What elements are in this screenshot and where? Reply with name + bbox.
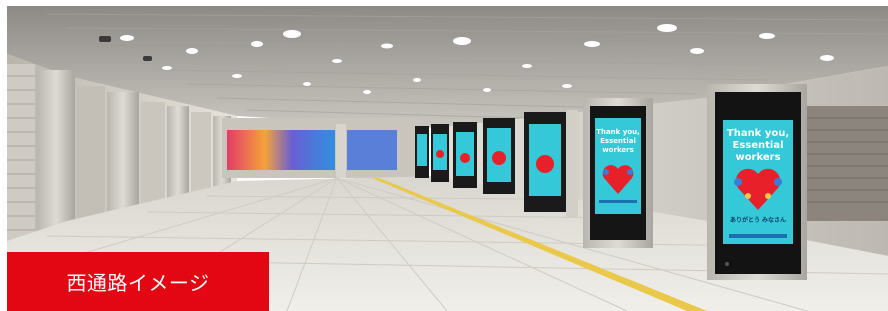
mid-sign-line-2: Essential — [600, 137, 636, 145]
near-sign-line-3: workers — [735, 152, 780, 163]
far-screen-left — [227, 130, 335, 170]
near-sign-subline: ありがとう みなさん — [730, 216, 786, 224]
far-screen-right — [347, 130, 397, 170]
near-sign-line-1: Thank you, — [727, 128, 789, 139]
far-pillar — [336, 124, 346, 178]
signage-pillar-mid: Thank you, Essential workers — [583, 98, 653, 248]
mid-sign-line-3: workers — [602, 146, 634, 154]
right-shutter — [807, 106, 888, 221]
photo-frame: Thank you, Essential workers Thank you, … — [0, 0, 888, 311]
caption-label: 西通路イメージ — [7, 252, 269, 311]
mid-sign-line-1: Thank you, — [596, 128, 640, 136]
near-sign-line-2: Essential — [732, 140, 783, 151]
signage-pillar-near: Thank you, Essential workers ありがとう みなさん — [707, 84, 807, 280]
